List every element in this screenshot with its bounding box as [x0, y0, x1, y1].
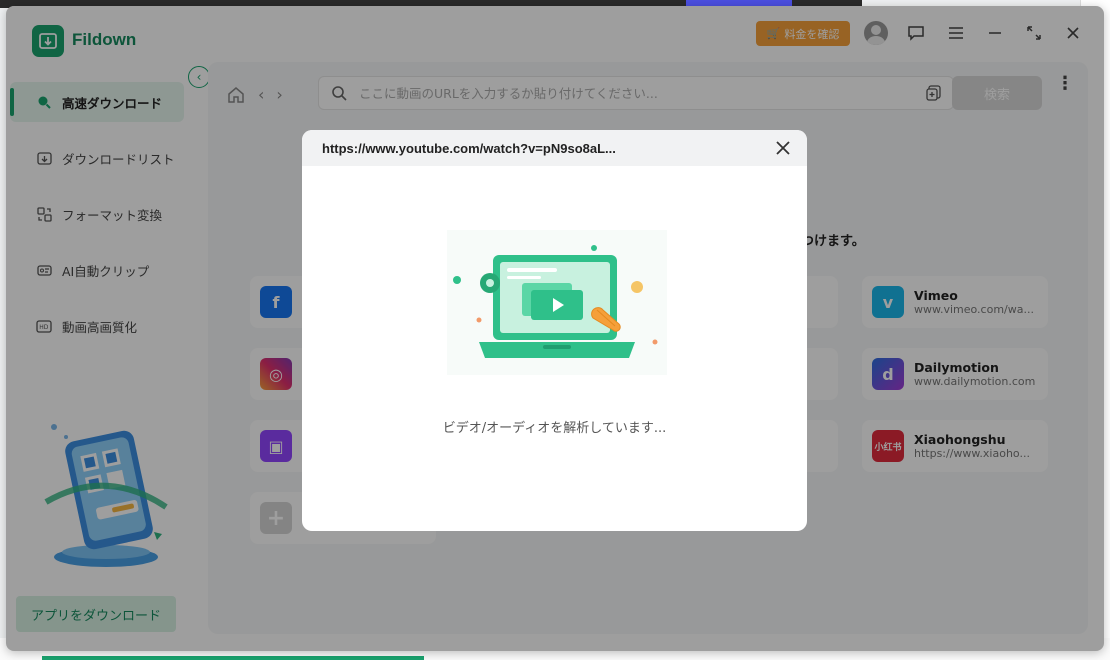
dialog-close-button[interactable]	[771, 136, 795, 160]
analyzing-dialog: https://www.youtube.com/watch?v=pN9so8aL…	[302, 130, 807, 531]
dialog-url: https://www.youtube.com/watch?v=pN9so8aL…	[322, 140, 616, 156]
background-progress	[42, 656, 424, 660]
analyzing-status-text: ビデオ/オーディオを解析しています...	[442, 421, 667, 436]
laptop-analyzing-illustration	[447, 230, 667, 375]
dialog-header: https://www.youtube.com/watch?v=pN9so8aL…	[302, 130, 807, 166]
close-icon	[776, 141, 790, 155]
